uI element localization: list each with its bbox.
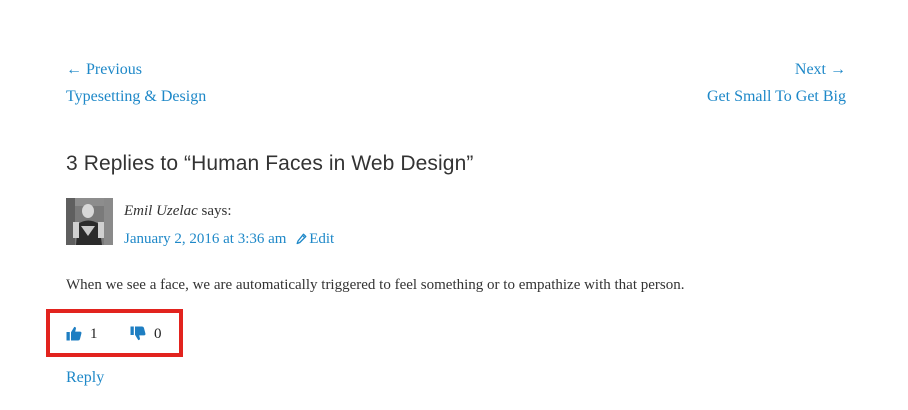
next-label: Next → — [794, 61, 846, 78]
comment-meta: Emil Uzelac says: January 2, 2016 at 3:3… — [124, 201, 334, 249]
pencil-icon — [296, 233, 307, 245]
thumbs-up-button[interactable]: 1 — [66, 325, 98, 343]
comment-author: Emil Uzelac says: — [124, 201, 334, 221]
comment-date-link[interactable]: January 2, 2016 at 3:36 am — [124, 231, 286, 247]
thumbs-up-icon — [66, 326, 82, 341]
upvote-count: 1 — [90, 326, 98, 342]
previous-post-link[interactable]: ← Previous Typesetting & Design — [66, 60, 206, 107]
edit-comment-link[interactable]: Edit — [296, 231, 334, 247]
previous-label: ← Previous — [66, 61, 142, 78]
author-name: Emil Uzelac — [124, 203, 198, 219]
next-post-link[interactable]: Next → Get Small To Get Big — [707, 60, 846, 107]
downvote-count: 0 — [154, 326, 162, 342]
thumbs-down-icon — [130, 326, 146, 341]
vote-highlight-box: 1 0 — [46, 309, 183, 357]
post-navigation: ← Previous Typesetting & Design Next → G… — [66, 60, 846, 112]
comment-text: When we see a face, we are automatically… — [66, 277, 685, 293]
reply-link[interactable]: Reply — [66, 368, 104, 388]
next-post-title: Get Small To Get Big — [706, 88, 846, 105]
says-label: says: — [201, 203, 232, 219]
thumbs-down-button[interactable]: 0 — [130, 325, 162, 343]
edit-label: Edit — [309, 231, 335, 247]
comments-title: 3 Replies to “Human Faces in Web Design” — [66, 152, 474, 175]
previous-post-title: Typesetting & Design — [66, 88, 207, 105]
comment-metadata: January 2, 2016 at 3:36 am Edit — [124, 229, 334, 249]
author-avatar-icon — [66, 198, 113, 245]
